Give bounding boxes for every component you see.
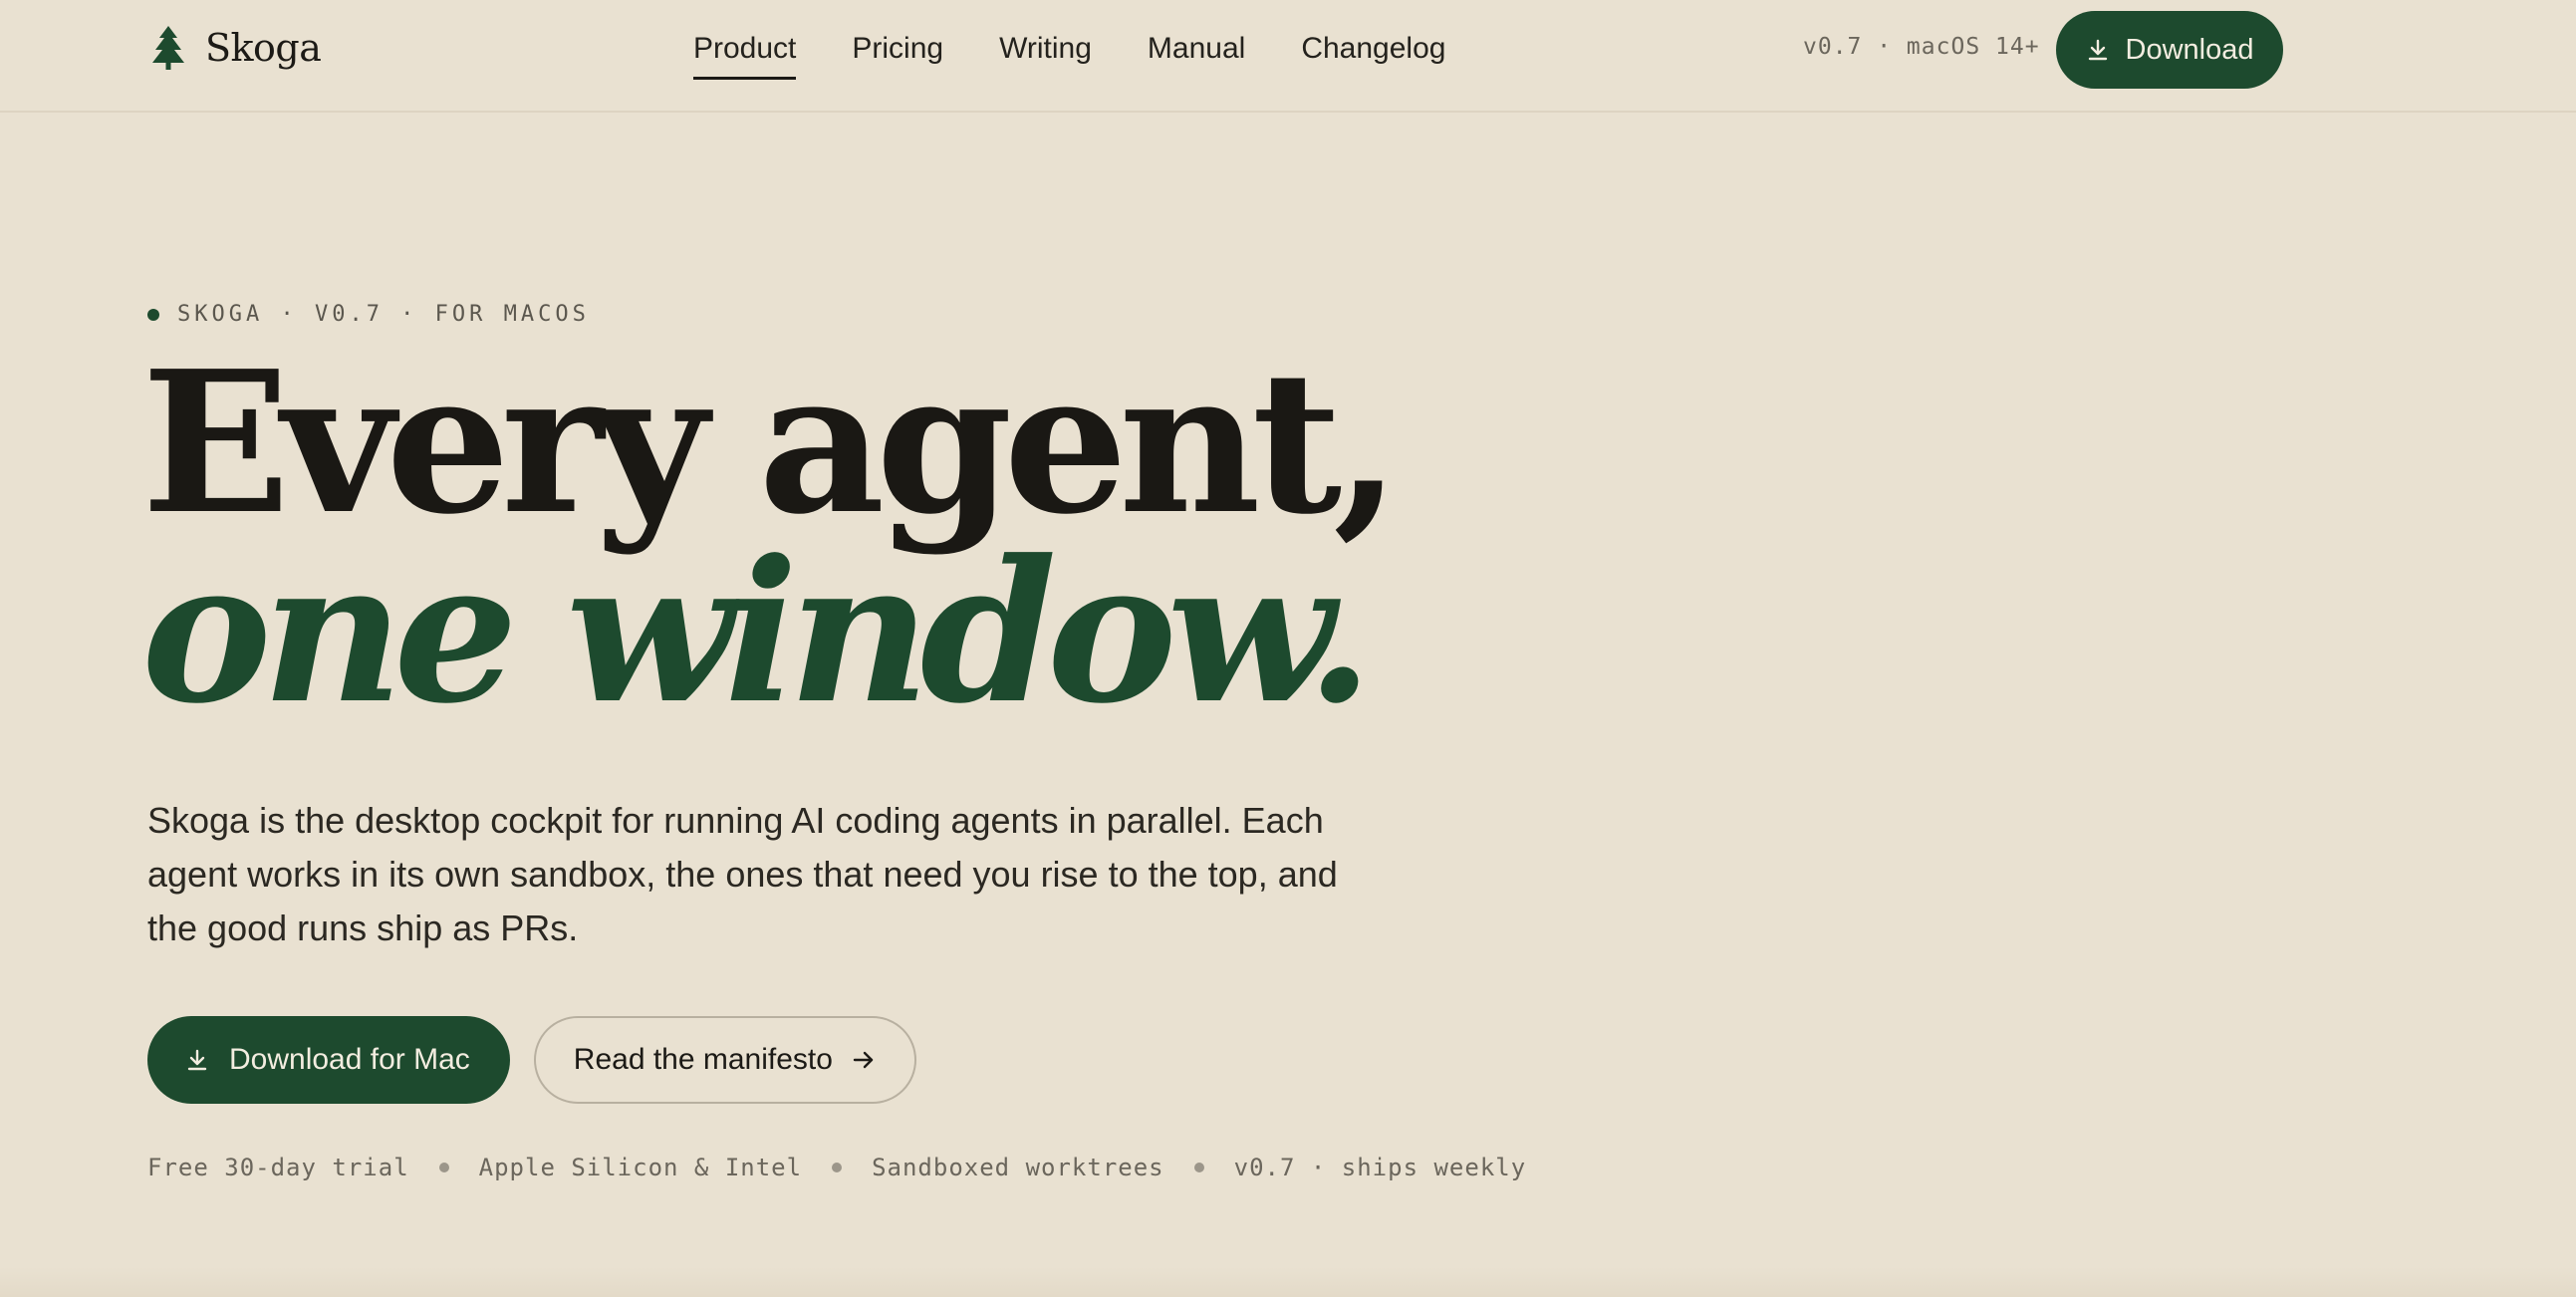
read-manifesto-button[interactable]: Read the manifesto	[533, 1016, 916, 1104]
separator-dot-icon	[832, 1163, 843, 1172]
cta-row: Download for Mac Read the manifesto	[147, 1016, 916, 1104]
pine-tree-icon	[152, 26, 184, 70]
separator-dot-icon	[1193, 1163, 1204, 1172]
feature-list: Free 30-day trial Apple Silicon & Intel …	[147, 1154, 1526, 1181]
nav-link-changelog[interactable]: Changelog	[1301, 30, 1445, 80]
nav-link-product[interactable]: Product	[693, 30, 797, 80]
feature-item: Sandboxed worktrees	[872, 1154, 1164, 1181]
read-manifesto-label: Read the manifesto	[573, 1043, 833, 1076]
section-divider	[0, 1267, 2576, 1297]
eyebrow-text: SKOGA · V0.7 · FOR MACOS	[177, 302, 590, 327]
nav-download-label: Download	[2125, 33, 2254, 66]
feature-item: v0.7 · ships weekly	[1233, 1154, 1527, 1181]
download-for-mac-label: Download for Mac	[229, 1043, 470, 1076]
eyebrow-dot-icon	[147, 308, 159, 321]
feature-item: Free 30-day trial	[147, 1154, 409, 1181]
arrow-right-icon	[853, 1051, 874, 1069]
hero-headline: Every agent, one window.	[141, 329, 1401, 747]
hero-description: Skoga is the desktop cockpit for running…	[147, 800, 1338, 948]
version-meta: v0.7 · macOS 14+	[1803, 34, 2040, 60]
nav-download-button[interactable]: Download	[2056, 11, 2283, 89]
download-icon	[187, 1049, 207, 1071]
feature-item: Apple Silicon & Intel	[478, 1154, 803, 1181]
nav-link-manual[interactable]: Manual	[1148, 30, 1245, 80]
top-nav: Skoga Product Pricing Writing Manual Cha…	[0, 0, 2576, 113]
brand-name: Skoga	[205, 26, 322, 70]
nav-link-writing[interactable]: Writing	[999, 30, 1092, 80]
landing-page: Skoga Product Pricing Writing Manual Cha…	[0, 0, 2576, 1297]
hero-eyebrow: SKOGA · V0.7 · FOR MACOS	[147, 302, 590, 327]
headline-line-1: Every agent,	[141, 329, 1401, 558]
download-icon	[2088, 39, 2107, 61]
headline-line-2: one window.	[141, 518, 1374, 747]
nav-link-pricing[interactable]: Pricing	[852, 30, 943, 80]
nav-links: Product Pricing Writing Manual Changelog	[693, 30, 1445, 80]
brand-logo-link[interactable]: Skoga	[151, 26, 322, 70]
download-for-mac-button[interactable]: Download for Mac	[147, 1016, 510, 1104]
separator-dot-icon	[438, 1163, 449, 1172]
